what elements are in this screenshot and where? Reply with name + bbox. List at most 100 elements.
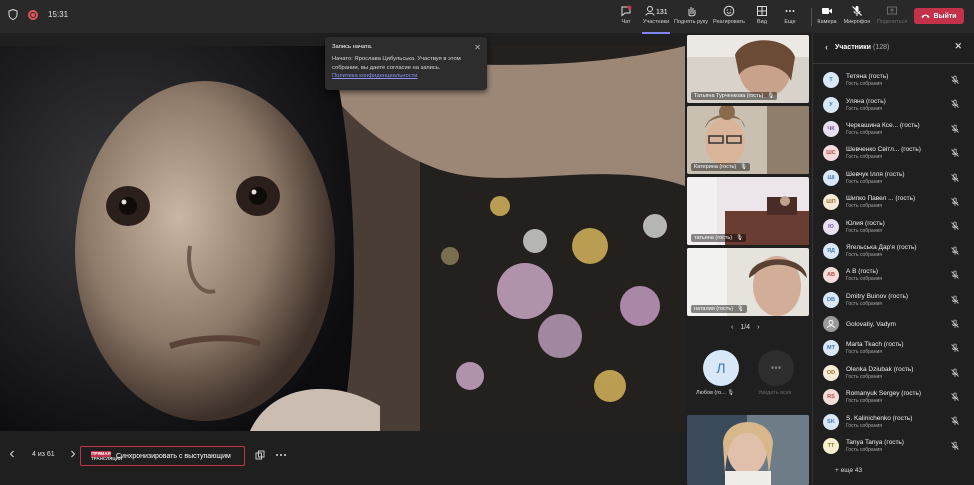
participant-role: Гость собрания: [846, 373, 882, 380]
video-tile[interactable]: наталия (гость) 🎙︎: [687, 248, 809, 316]
view-all-label: Увидеть всех: [758, 390, 792, 396]
video-tile[interactable]: Катерина (гость) 🎙︎: [687, 106, 809, 174]
raise-hand-button[interactable]: Поднять руку: [671, 5, 711, 31]
self-video-tile[interactable]: [687, 415, 809, 485]
slide-counter: 4 из 61: [32, 450, 55, 458]
next-slide-icon[interactable]: [69, 450, 77, 458]
participant-row[interactable]: Т Тетяна (гость) Гость собрания: [813, 68, 974, 92]
popout-icon[interactable]: [255, 450, 265, 460]
participant-name: Юлия (гость): [846, 219, 885, 227]
participant-name: Шевченко Світл... (гость): [846, 146, 921, 154]
mic-off-icon: [951, 319, 959, 328]
chevron-left-icon[interactable]: ‹: [731, 324, 733, 331]
avatar: АВ: [823, 267, 839, 284]
participant-role: Гость собрания: [846, 447, 882, 454]
avatar: TT: [823, 438, 839, 455]
mic-off-icon: [951, 148, 959, 158]
avatar: Ю: [823, 218, 839, 235]
participant-role: Гость собрания: [846, 129, 882, 136]
mic-off-icon: [951, 197, 959, 206]
participant-row[interactable]: ШІ Шевчук Ілля (гость) Гость собрания: [813, 166, 974, 190]
privacy-policy-link[interactable]: Политика конфиденциальности: [332, 72, 480, 80]
participant-role: Гость собрания: [846, 203, 882, 210]
mic-off-icon: [951, 441, 959, 450]
participant-row[interactable]: ШС Шевченко Світл... (гость) Гость собрани…: [813, 141, 974, 165]
video-tile[interactable]: татьяна (гость) 🎙︎: [687, 177, 809, 245]
participants-list: Т Тетяна (гость) Гость собрания У Уляна (гос…: [813, 68, 974, 458]
previous-slide-icon[interactable]: [8, 450, 16, 458]
participant-name: Черкашина Ксе... (гость): [846, 121, 920, 129]
participant-video: [687, 415, 809, 485]
camera-icon: [822, 8, 832, 14]
participant-name: Шипко Павел ... (гость): [846, 195, 916, 203]
participant-row[interactable]: АВ А В (гость) Гость собрания: [813, 263, 974, 287]
participant-row[interactable]: MT Marta Tkach (гость) Гость собрания: [813, 336, 974, 360]
smiley-icon: [723, 5, 735, 17]
leave-button[interactable]: Выйти: [914, 8, 964, 24]
video-gallery: Татьяна Турченкова (гость) 🎙︎ Катерина (г…: [686, 33, 810, 485]
view-all-button[interactable]: •••: [758, 350, 794, 386]
chevron-right-icon[interactable]: ›: [757, 324, 759, 331]
notification-title: Запись начата.: [332, 44, 373, 50]
mic-off-icon: 🎙︎: [740, 164, 748, 170]
more-options-icon[interactable]: [275, 450, 287, 460]
close-icon[interactable]: ✕: [954, 41, 962, 52]
participant-row[interactable]: TT Tanya Tanya (гость) Гость собрания: [813, 434, 974, 458]
participant-row[interactable]: Golovatiy, Vadym: [813, 312, 974, 336]
chevron-left-icon[interactable]: ‹: [825, 42, 828, 52]
participant-name: Tanya Tanya (гость): [846, 439, 904, 447]
avatar: MT: [823, 340, 839, 357]
shared-video-stage[interactable]: [0, 46, 685, 431]
meeting-toolbar: 15:31 Чат 131 Участники Поднять руку Реа…: [0, 0, 974, 34]
mic-off-icon: 🎙︎: [767, 93, 775, 99]
participant-name: А В (гость): [846, 268, 879, 276]
more-button[interactable]: Еще: [770, 5, 810, 31]
share-icon: [887, 6, 897, 15]
sync-with-presenter-button[interactable]: ПРЯМАЯ ТРАНСЛЯЦИЯ Синхронизировать с выс…: [80, 446, 245, 466]
participant-row[interactable]: SK S. Kalinichenko (гость) Гость собрания: [813, 409, 974, 433]
mic-off-icon: [951, 368, 959, 377]
participant-row[interactable]: Ю Юлия (гость) Гость собрания: [813, 214, 974, 238]
share-button[interactable]: Поделиться: [872, 5, 912, 31]
mic-off-icon: [951, 343, 959, 353]
notification-body: Начато: Ярослава Цибульська. Участвуя в …: [332, 56, 461, 71]
participant-row[interactable]: ШП Шипко Павел ... (гость) Гость собрания: [813, 190, 974, 214]
mic-off-icon: [951, 75, 959, 84]
mic-off-icon: [951, 221, 959, 231]
mic-off-icon: 🎙︎: [727, 390, 735, 396]
avatar: DB: [823, 291, 839, 308]
grid-icon: [757, 6, 767, 16]
avatar: ШС: [823, 145, 839, 162]
participant-name: Ягельська Дар'я (гость): [846, 243, 917, 251]
avatar: SK: [823, 413, 839, 430]
participants-panel: ‹ Участники (128) ✕ Т Тетяна (гость) Гость…: [812, 33, 974, 485]
avatar[interactable]: Л: [703, 350, 739, 386]
avatar: RS: [823, 389, 839, 406]
participant-role: Гость собрания: [846, 422, 882, 429]
participant-row[interactable]: RS Romanyuk Sergey (гость) Гость собрания: [813, 385, 974, 409]
mic-off-icon: [951, 417, 959, 426]
meeting-timer: 15:31: [48, 10, 69, 19]
participant-role: Гость собрания: [846, 227, 882, 234]
mic-off-icon: [951, 124, 959, 133]
shield-icon: [8, 9, 18, 20]
panel-count: (128): [872, 43, 890, 51]
participant-row[interactable]: ЧК Черкашина Ксе... (гость) Гость собрания: [813, 117, 974, 141]
participants-button[interactable]: 131 Участники: [636, 5, 676, 34]
close-icon[interactable]: ✕: [474, 42, 481, 54]
participant-name: Уляна (гость): [846, 97, 886, 105]
participant-name: S. Kalinichenko (гость): [846, 414, 913, 422]
participant-row[interactable]: DB Dmitry Buinov (гость) Гость собрания: [813, 288, 974, 312]
mic-off-icon: [951, 392, 959, 402]
avatar: ШІ: [823, 169, 839, 186]
participant-role: Гость собрания: [846, 178, 882, 185]
show-more-participants[interactable]: + еще 43: [835, 467, 862, 474]
tile-name: наталия (гость): [694, 306, 734, 312]
participant-row[interactable]: У Уляна (гость) Гость собрания: [813, 92, 974, 116]
participant-role: Гость собрания: [846, 300, 882, 307]
microphone-button[interactable]: Микрофон: [837, 5, 877, 31]
participant-row[interactable]: ЯД Ягельська Дар'я (гость) Гость собрания: [813, 239, 974, 263]
video-tile[interactable]: Татьяна Турченкова (гость) 🎙︎: [687, 35, 809, 103]
participant-row[interactable]: OD Olenka Dziubak (гость) Гость собрания: [813, 361, 974, 385]
participant-role: Гость собрания: [846, 154, 882, 161]
